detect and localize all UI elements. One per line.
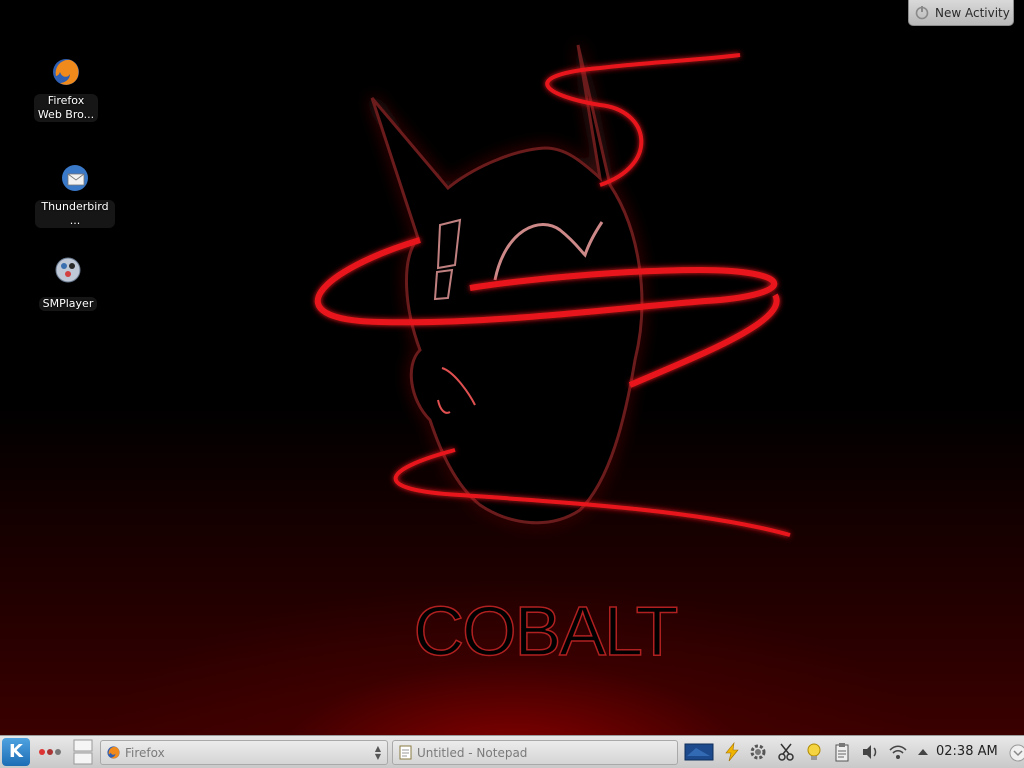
scissors-icon[interactable]: [776, 742, 796, 762]
task-label: Firefox: [125, 745, 165, 760]
pager-icon[interactable]: [72, 739, 94, 765]
taskbar: K Firefox ▲ ▼ Untitled - Notepad 02:38 A…: [0, 735, 1024, 768]
up-arrow-icon[interactable]: [916, 742, 930, 762]
power-icon[interactable]: [722, 742, 742, 762]
desktop-icon-label: Firefox Web Bro...: [33, 94, 99, 122]
firefox-icon: [53, 59, 79, 85]
thunderbird-icon: [62, 165, 88, 191]
new-activity-button[interactable]: New Activity: [908, 0, 1014, 26]
firefox-icon: [107, 746, 120, 759]
notepad-icon: [399, 745, 412, 760]
desktop-icon-label: SMPlayer: [38, 297, 98, 311]
task-notepad[interactable]: Untitled - Notepad: [392, 740, 678, 765]
volume-icon[interactable]: [860, 742, 880, 762]
lightbulb-icon[interactable]: [804, 742, 824, 762]
desktop-icon-firefox[interactable]: Firefox Web Bro...: [26, 56, 106, 122]
task-label: Untitled - Notepad: [417, 745, 528, 760]
clock[interactable]: 02:38 AM: [936, 744, 998, 759]
desktop: COBALT Firefox Web Bro... Thunderbird ..…: [0, 0, 1024, 735]
display-icon[interactable]: [684, 742, 714, 762]
wallpaper: COBALT: [314, 44, 791, 671]
wifi-icon[interactable]: [888, 742, 908, 762]
clipboard-icon[interactable]: [832, 742, 852, 762]
task-group-arrows-icon: ▲ ▼: [374, 744, 381, 761]
desktop-icon-thunderbird[interactable]: Thunderbird ...: [35, 162, 115, 228]
desktop-icon-label: Thunderbird ...: [35, 200, 115, 228]
desktop-icon-smplayer[interactable]: SMPlayer: [28, 254, 108, 311]
kde-menu-button[interactable]: K: [2, 738, 30, 766]
new-activity-label: New Activity: [935, 5, 1010, 20]
activity-icon: [915, 5, 929, 19]
activities-dots-icon[interactable]: [38, 748, 66, 756]
cashew-icon[interactable]: [1006, 742, 1024, 764]
task-firefox[interactable]: Firefox ▲ ▼: [100, 740, 388, 765]
smplayer-icon: [55, 257, 81, 283]
wallpaper-wordmark: COBALT: [414, 592, 678, 670]
gear-icon[interactable]: [748, 742, 768, 762]
